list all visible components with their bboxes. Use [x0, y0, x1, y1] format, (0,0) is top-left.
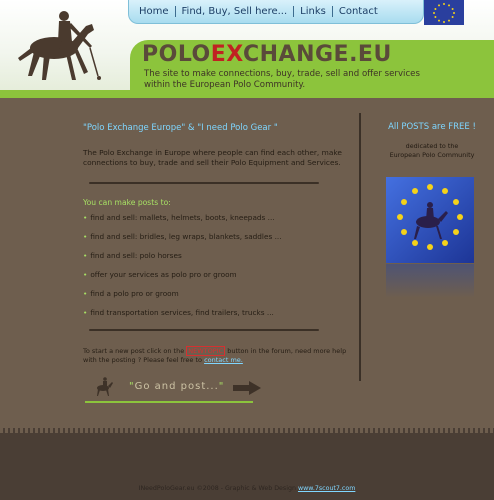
nav-links-link[interactable]: Links — [294, 6, 333, 17]
site-tagline: The site to make connections, buy, trade… — [144, 69, 420, 91]
howto-text: To start a new post click on the NEWTOPI… — [83, 346, 361, 365]
brand-part-polo: POLO — [142, 42, 211, 67]
list-item-text: find and sell: mallets, helmets, boots, … — [90, 213, 275, 222]
posts-list: • find and sell: mallets, helmets, boots,… — [83, 212, 361, 326]
list-item-text: find a polo pro or groom — [90, 289, 179, 298]
nav-find-buy-sell-link[interactable]: Find, Buy, Sell here... — [176, 6, 295, 17]
bullet-icon: • — [83, 270, 88, 279]
bullet-icon: • — [83, 213, 88, 222]
dedicated-line-1: dedicated to the — [405, 142, 459, 150]
list-item-text: find and sell: bridles, leg wraps, blank… — [90, 232, 282, 241]
list-item-text: find and sell: polo horses — [90, 251, 182, 260]
list-item: • find and sell: bridles, leg wraps, blan… — [83, 231, 361, 250]
dedicated-text: dedicated to the European Polo Community — [373, 142, 491, 160]
bullet-icon: • — [83, 251, 88, 260]
list-item-text: find transportation services, find trail… — [90, 308, 274, 317]
divider — [89, 182, 319, 184]
divider — [89, 329, 319, 331]
intro-text: The Polo Exchange in Europe where people… — [83, 148, 342, 167]
list-item: • find transportation services, find trai… — [83, 307, 361, 326]
site-logo-text[interactable]: POLOEXCHANGE.EU — [142, 42, 392, 67]
page-headline: "Polo Exchange Europe" & "I need Polo Ge… — [83, 123, 278, 133]
footer-text: INeedPoloGear.eu ©2008 - Graphic & Web D… — [0, 485, 494, 492]
column-divider — [359, 113, 361, 381]
arrow-right-icon — [233, 381, 261, 395]
newtopic-label: NEWTOPIC — [186, 346, 226, 356]
bullet-icon: • — [83, 232, 88, 241]
main-column: "Polo Exchange Europe" & "I need Polo Ge… — [83, 123, 361, 407]
small-rider-icon — [97, 377, 113, 396]
list-item: • find a polo pro or groom — [83, 288, 361, 307]
bullet-icon: • — [83, 308, 88, 317]
posts-subheading: You can make posts to: — [83, 198, 171, 207]
eu-flag-icon — [424, 0, 464, 25]
free-posts-heading: All POSTS are FREE ! — [388, 122, 476, 132]
footer-designer-link[interactable]: www.7scout7.com — [298, 485, 355, 492]
go-and-post-text: "Go and post..." — [129, 381, 224, 392]
contact-link[interactable]: contact me. — [204, 356, 243, 364]
list-item: • find and sell: mallets, helmets, boots,… — [83, 212, 361, 231]
nav-home-link[interactable]: Home — [133, 6, 176, 17]
dedicated-line-2: European Polo Community — [389, 151, 475, 159]
brand-part-ex: EX — [210, 42, 243, 67]
eu-polo-flag-image — [386, 177, 474, 263]
polo-rider-logo — [18, 11, 101, 80]
bullet-icon: • — [83, 289, 88, 298]
list-item: • offer your services as polo pro or groo… — [83, 269, 361, 288]
go-underline — [85, 401, 253, 403]
sidebar: All POSTS are FREE ! dedicated to the Eur… — [373, 122, 491, 160]
list-item-text: offer your services as polo pro or groom — [90, 270, 237, 279]
flag-reflection — [386, 264, 474, 298]
quote-close: " — [218, 381, 225, 392]
footer-copyright: INeedPoloGear.eu ©2008 - Graphic & Web D… — [138, 485, 296, 492]
go-and-post-banner[interactable]: "Go and post..." — [83, 373, 361, 407]
top-navigation: Home Find, Buy, Sell here... Links Conta… — [128, 0, 424, 24]
tagline-line-1: The site to make connections, buy, trade… — [144, 69, 420, 79]
go-text: Go and post... — [134, 381, 219, 392]
howto-part-1: To start a new post click on the — [83, 347, 185, 355]
nav-contact-link[interactable]: Contact — [333, 6, 384, 17]
brand-part-change: CHANGE.EU — [242, 42, 392, 67]
list-item: • find and sell: polo horses — [83, 250, 361, 269]
